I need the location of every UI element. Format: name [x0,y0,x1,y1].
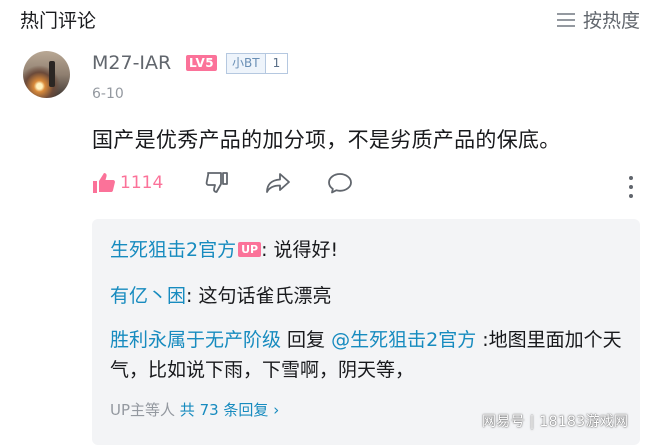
comment-date: 6-10 [92,86,124,102]
level-badge: LV5 [186,55,218,71]
more-replies-prefix: UP主等人 [110,401,180,419]
thumbs-down-icon[interactable] [205,172,229,194]
section-title: 热门评论 [20,10,97,32]
thumbs-up-icon [93,173,115,193]
sort-by-hot-button[interactable]: 按热度 [556,6,640,33]
reply-comment-icon[interactable] [327,172,353,194]
reply-count: 共 73 条回复 [179,401,269,419]
more-options-icon[interactable] [621,176,641,198]
username[interactable]: M27-IAR [92,52,171,74]
reply-item: 胜利永属于无产阶级 回复 @生死狙击2官方 :地图里面加个天气，比如说下雨，下雪… [110,325,630,385]
medal-level: 1 [264,54,288,73]
reply-text: : 说得好! [261,239,339,261]
sort-label: 按热度 [582,10,640,32]
reply-keyword: 回复 [281,329,332,351]
sort-list-icon [556,12,575,27]
up-badge: UP [238,242,262,257]
chevron-right-icon: › [268,401,280,419]
reply-item: 有亿丶困: 这句话雀氏漂亮 [110,281,630,311]
avatar[interactable] [23,51,70,98]
medal-name: 小BT [227,54,265,73]
like-button[interactable]: 1114 [92,172,163,194]
watermark: 网易号 | 18183游戏网 [482,414,629,430]
reply-text: : 这句话雀氏漂亮 [186,285,332,307]
like-count: 1114 [120,173,164,193]
share-icon[interactable] [265,172,291,194]
comment-content: 国产是优秀产品的加分项，不是劣质产品的保底。 [92,128,561,152]
view-more-replies-link[interactable]: UP主等人 共 73 条回复 › [110,399,279,420]
reply-item: 生死狙击2官方 UP: 说得好! [110,235,630,265]
comment-actions: 1114 [92,172,353,194]
reply-author[interactable]: 有亿丶困 [110,285,186,307]
fan-medal[interactable]: 小BT 1 [226,53,289,74]
reply-author[interactable]: 生死狙击2官方 [110,239,236,261]
reply-author[interactable]: 胜利永属于无产阶级 [110,329,281,351]
reply-mention[interactable]: @生死狙击2官方 [331,329,476,351]
